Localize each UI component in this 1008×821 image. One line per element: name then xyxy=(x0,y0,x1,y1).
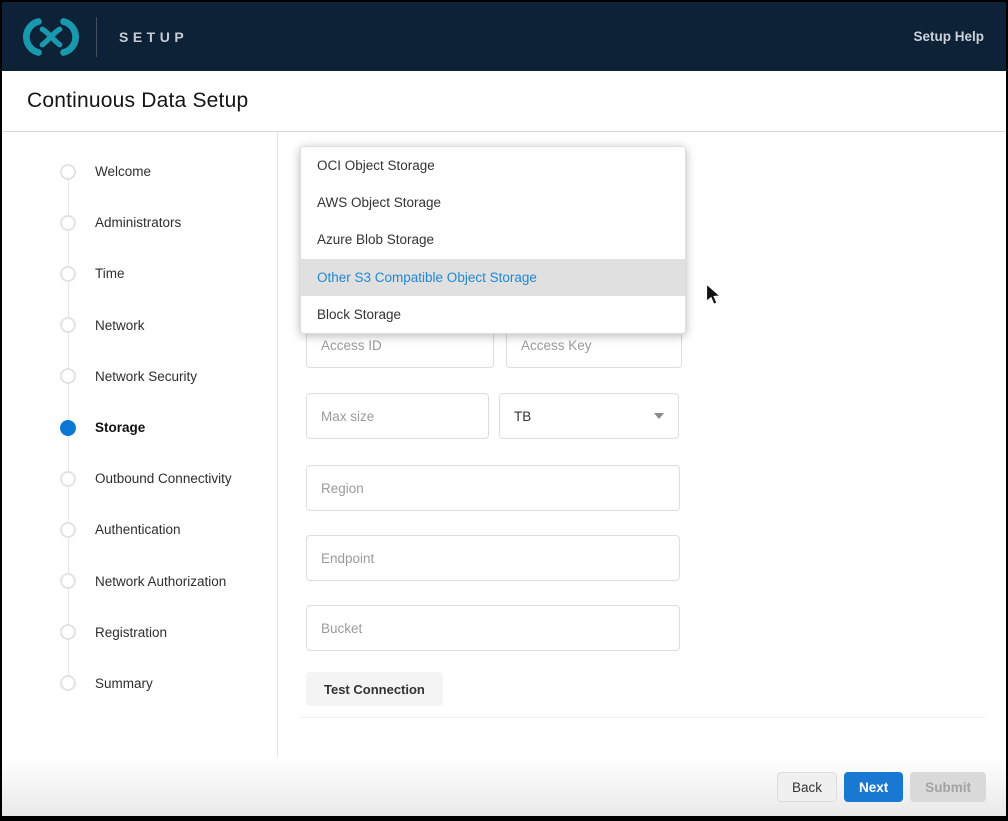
next-button[interactable]: Next xyxy=(844,772,903,802)
step-label: Network Security xyxy=(95,369,197,384)
dropdown-option-azure[interactable]: Azure Blob Storage xyxy=(301,221,685,258)
top-navbar: SETUP Setup Help xyxy=(2,2,1006,71)
sidebar-step-welcome[interactable]: Welcome xyxy=(2,146,277,197)
content-area: Welcome Administrators Time Network Netw… xyxy=(2,132,1006,758)
step-label: Network Authorization xyxy=(95,574,226,589)
step-label: Welcome xyxy=(95,164,151,179)
dropdown-option-other-s3-selected[interactable]: Other S3 Compatible Object Storage xyxy=(301,259,685,296)
storage-form-panel: OCI Object Storage AWS Object Storage Az… xyxy=(278,132,1006,758)
step-circle-icon xyxy=(60,675,76,691)
sidebar-step-summary[interactable]: Summary xyxy=(2,658,277,709)
dropdown-option-aws[interactable]: AWS Object Storage xyxy=(301,184,685,221)
delphix-logo-icon xyxy=(22,16,80,58)
back-button[interactable]: Back xyxy=(777,772,837,802)
wizard-footer: Back Next Submit xyxy=(2,758,1006,816)
step-circle-icon xyxy=(60,317,76,333)
size-unit-value: TB xyxy=(514,409,531,424)
sidebar-step-administrators[interactable]: Administrators xyxy=(2,197,277,248)
step-circle-icon xyxy=(60,522,76,538)
step-circle-active-icon xyxy=(60,420,76,436)
sidebar-step-time[interactable]: Time xyxy=(2,248,277,299)
dropdown-option-block[interactable]: Block Storage xyxy=(301,296,685,333)
setup-help-link[interactable]: Setup Help xyxy=(913,29,984,44)
sidebar-step-registration[interactable]: Registration xyxy=(2,607,277,658)
step-circle-icon xyxy=(60,164,76,180)
sidebar-step-network[interactable]: Network xyxy=(2,300,277,351)
step-circle-icon xyxy=(60,368,76,384)
step-label: Registration xyxy=(95,625,167,640)
title-bar: Continuous Data Setup xyxy=(2,71,1006,132)
step-label: Network xyxy=(95,318,145,333)
step-label: Administrators xyxy=(95,215,181,230)
step-label: Time xyxy=(95,266,125,281)
step-circle-icon xyxy=(60,471,76,487)
sidebar-step-authentication[interactable]: Authentication xyxy=(2,504,277,555)
step-circle-icon xyxy=(60,215,76,231)
sidebar-step-outbound-connectivity[interactable]: Outbound Connectivity xyxy=(2,453,277,504)
setup-brand-label: SETUP xyxy=(119,29,188,45)
sidebar-step-network-security[interactable]: Network Security xyxy=(2,351,277,402)
step-circle-icon xyxy=(60,573,76,589)
step-label: Summary xyxy=(95,676,153,691)
test-connection-button[interactable]: Test Connection xyxy=(306,672,443,706)
step-label: Outbound Connectivity xyxy=(95,471,232,486)
form-footer-divider xyxy=(300,717,985,718)
step-circle-icon xyxy=(60,624,76,640)
wizard-sidebar: Welcome Administrators Time Network Netw… xyxy=(2,132,278,758)
sidebar-step-network-authorization[interactable]: Network Authorization xyxy=(2,556,277,607)
setup-window: SETUP Setup Help Continuous Data Setup W… xyxy=(0,0,1008,821)
sidebar-step-storage[interactable]: Storage xyxy=(2,402,277,453)
step-label: Storage xyxy=(95,420,145,435)
bucket-input[interactable] xyxy=(306,605,680,651)
region-input[interactable] xyxy=(306,465,680,511)
size-unit-select[interactable]: TB xyxy=(499,393,679,439)
step-label: Authentication xyxy=(95,522,181,537)
max-size-input[interactable] xyxy=(306,393,489,439)
dropdown-option-oci[interactable]: OCI Object Storage xyxy=(301,147,685,184)
header-divider xyxy=(96,17,97,57)
chevron-down-icon xyxy=(654,413,664,419)
endpoint-input[interactable] xyxy=(306,535,680,581)
storage-type-dropdown-menu: OCI Object Storage AWS Object Storage Az… xyxy=(300,146,686,334)
page-title: Continuous Data Setup xyxy=(27,89,248,113)
step-circle-icon xyxy=(60,266,76,282)
submit-button[interactable]: Submit xyxy=(910,772,986,802)
